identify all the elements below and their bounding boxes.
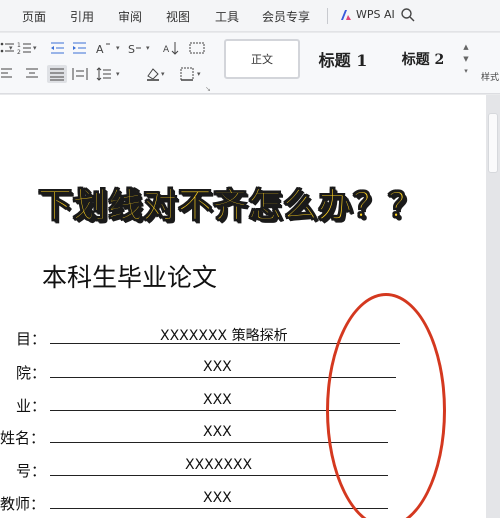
style-heading1-button[interactable]: 标题 1 [308, 39, 378, 79]
menu-references[interactable]: 引用 [70, 8, 94, 25]
chevron-down-icon[interactable]: ▾ [146, 44, 150, 52]
field-value: XXXXXXX 策略探析 [160, 328, 288, 344]
field-value: XXXXXXX [185, 457, 253, 473]
show-marks-icon[interactable] [189, 41, 207, 55]
gallery-scroll[interactable]: ▲ ▼ ▾ [462, 41, 470, 77]
chevron-up-icon[interactable]: ▲ [462, 41, 470, 53]
chinese-layout-icon[interactable]: S [128, 41, 146, 55]
chevron-down-icon[interactable]: ▾ [197, 70, 201, 78]
svg-text:A: A [163, 45, 170, 55]
document-title: 本科生毕业论文 [42, 263, 218, 292]
menu-review[interactable]: 审阅 [118, 8, 142, 25]
annotation-oval [326, 293, 446, 518]
style-gallery: 正文 标题 1 标题 2 [220, 37, 470, 87]
search-icon[interactable] [400, 7, 416, 23]
field-value: XXX [203, 392, 232, 408]
field-label: 号： [16, 462, 47, 480]
field-value: XXX [203, 359, 232, 375]
chevron-down-icon[interactable]: ▼ [462, 53, 470, 65]
sort-icon[interactable]: A [163, 41, 181, 55]
field-label: 目： [16, 330, 47, 348]
svg-text:1: 1 [17, 42, 21, 49]
border-icon[interactable] [179, 67, 197, 81]
styles-pane-button[interactable]: 样式 [481, 70, 499, 83]
field-label: 教师： [0, 495, 46, 513]
headline-overlay: 下划线对不齐怎么办？？ [38, 186, 423, 227]
document-page[interactable]: 下划线对不齐怎么办？？ 本科生毕业论文 目： XXXXXXX 策略探析 院： X… [0, 95, 486, 518]
field-label: 院： [16, 364, 47, 382]
menu-page[interactable]: 页面 [22, 8, 46, 25]
vertical-scrollbar[interactable] [486, 95, 500, 518]
more-icon[interactable]: ▾ [462, 65, 470, 77]
justify-icon[interactable] [47, 65, 67, 83]
svg-text:A: A [96, 43, 104, 55]
svg-text:2: 2 [17, 49, 21, 55]
menu-bar: 页面 引用 审阅 视图 工具 会员专享 WPS AI [0, 0, 500, 32]
wps-ai-logo-icon [341, 9, 351, 20]
menu-view[interactable]: 视图 [166, 8, 190, 25]
wps-ai-label: WPS AI [356, 8, 395, 21]
chevron-down-icon[interactable]: ▾ [9, 44, 13, 52]
wps-ai-button[interactable]: WPS AI [340, 8, 395, 21]
distribute-icon[interactable] [72, 67, 90, 81]
align-center-icon[interactable] [24, 67, 42, 81]
document-area: 下划线对不齐怎么办？？ 本科生毕业论文 目： XXXXXXX 策略探析 院： X… [0, 95, 500, 518]
field-label: 业： [16, 397, 47, 415]
field-value: XXX [203, 424, 232, 440]
scrollbar-thumb[interactable] [488, 113, 498, 173]
menu-member[interactable]: 会员专享 [262, 8, 310, 25]
menu-separator [327, 8, 328, 24]
align-left-icon[interactable] [0, 67, 18, 81]
dialog-launcher-icon[interactable]: ↘ [205, 85, 211, 93]
chevron-down-icon[interactable]: ▾ [116, 44, 120, 52]
chevron-down-icon[interactable]: ▾ [161, 70, 165, 78]
chevron-down-icon[interactable]: ▾ [33, 44, 37, 52]
line-spacing-icon[interactable] [96, 67, 114, 81]
increase-indent-icon[interactable] [72, 41, 90, 55]
underline [50, 508, 388, 509]
svg-text:S: S [128, 43, 135, 55]
style-normal-button[interactable]: 正文 [224, 39, 300, 79]
menu-tools[interactable]: 工具 [215, 8, 239, 25]
chevron-down-icon[interactable]: ▾ [116, 70, 120, 78]
decrease-indent-icon[interactable] [50, 41, 68, 55]
ribbon-toolbar: ▾ 12 ▾ A ▾ S ▾ A ▾ ▾ ▾ ↘ 正文 标题 1 标题 2 ▲ … [0, 33, 500, 94]
style-heading2-button[interactable]: 标题 2 [388, 39, 458, 79]
field-value: XXX [203, 490, 232, 506]
text-direction-icon[interactable]: A [96, 41, 114, 55]
field-label: 姓名： [0, 429, 46, 447]
